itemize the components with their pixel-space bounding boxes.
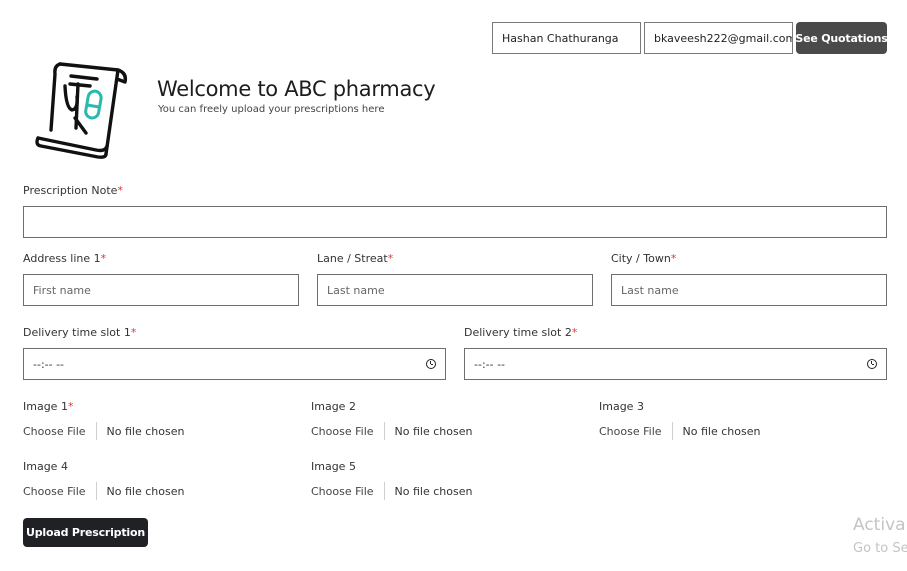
choose-file-button[interactable]: Choose File — [311, 482, 385, 500]
image5-file-input[interactable]: Choose File No file chosen — [311, 482, 472, 500]
clock-icon[interactable] — [867, 359, 877, 369]
prescription-scroll-icon — [35, 62, 128, 159]
image2-label: Image 2 — [311, 400, 356, 413]
delivery-slot1-label: Delivery time slot 1* — [23, 326, 137, 339]
required-mark: * — [117, 184, 123, 197]
city-input[interactable]: Last name — [611, 274, 887, 306]
required-mark: * — [67, 400, 74, 413]
address-line1-input[interactable]: First name — [23, 274, 299, 306]
user-name-field[interactable]: Hashan Chathuranga — [492, 22, 641, 54]
prescription-note-input[interactable] — [23, 206, 887, 238]
prescription-note-label: Prescription Note* — [23, 184, 123, 197]
required-mark: * — [571, 326, 578, 339]
required-mark: * — [130, 326, 137, 339]
required-mark: * — [100, 252, 107, 265]
choose-file-button[interactable]: Choose File — [599, 422, 673, 440]
time-value: --:-- -- — [33, 357, 65, 371]
file-status: No file chosen — [394, 484, 473, 498]
required-mark: * — [387, 252, 394, 265]
time-value: --:-- -- — [474, 357, 506, 371]
delivery-slot2-label: Delivery time slot 2* — [464, 326, 578, 339]
file-status: No file chosen — [394, 424, 473, 438]
file-status: No file chosen — [682, 424, 761, 438]
delivery-slot1-input[interactable]: --:-- -- — [23, 348, 446, 380]
image5-label: Image 5 — [311, 460, 356, 473]
image4-file-input[interactable]: Choose File No file chosen — [23, 482, 184, 500]
address-line1-label: Address line 1* — [23, 252, 107, 265]
image1-label: Image 1* — [23, 400, 74, 413]
delivery-slot2-input[interactable]: --:-- -- — [464, 348, 887, 380]
activation-watermark-subtitle: Go to Se — [853, 541, 907, 556]
image4-label: Image 4 — [23, 460, 68, 473]
choose-file-button[interactable]: Choose File — [23, 482, 97, 500]
image2-file-input[interactable]: Choose File No file chosen — [311, 422, 472, 440]
page-subtitle: You can freely upload your prescriptions… — [158, 104, 385, 115]
file-status: No file chosen — [106, 484, 185, 498]
lane-input[interactable]: Last name — [317, 274, 593, 306]
upload-prescription-button[interactable]: Upload Prescription — [23, 518, 148, 547]
clock-icon[interactable] — [426, 359, 436, 369]
choose-file-button[interactable]: Choose File — [23, 422, 97, 440]
choose-file-button[interactable]: Choose File — [311, 422, 385, 440]
user-email-field[interactable]: bkaveesh222@gmail.com — [644, 22, 793, 54]
image3-file-input[interactable]: Choose File No file chosen — [599, 422, 760, 440]
lane-label: Lane / Streat* — [317, 252, 394, 265]
image3-label: Image 3 — [599, 400, 644, 413]
image1-file-input[interactable]: Choose File No file chosen — [23, 422, 184, 440]
required-mark: * — [670, 252, 677, 265]
city-label: City / Town* — [611, 252, 677, 265]
page-title: Welcome to ABC pharmacy — [157, 77, 436, 101]
activation-watermark-title: Activa — [853, 515, 906, 535]
file-status: No file chosen — [106, 424, 185, 438]
see-quotations-button[interactable]: See Quotations — [795, 22, 888, 54]
